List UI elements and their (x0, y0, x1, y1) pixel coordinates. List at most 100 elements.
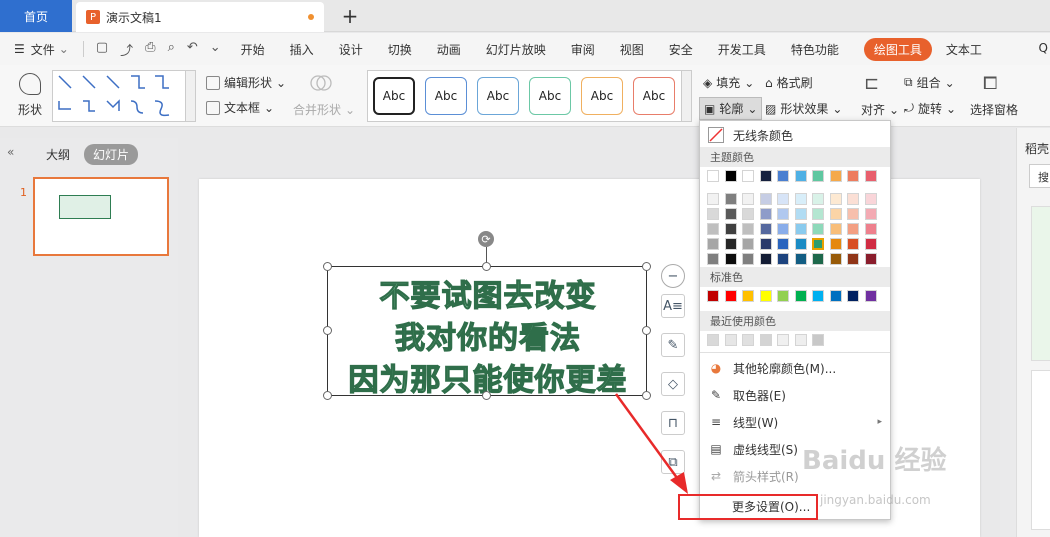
theme-shade-swatch[interactable] (794, 223, 807, 235)
save-icon[interactable]: ▢ (96, 40, 108, 59)
theme-color-swatch[interactable] (707, 170, 719, 182)
minus-icon[interactable]: − (661, 264, 685, 288)
theme-shade-swatch[interactable] (829, 193, 842, 205)
theme-shade-swatch[interactable] (864, 253, 877, 265)
resize-handle[interactable] (642, 326, 651, 335)
theme-shade-swatch[interactable] (812, 193, 824, 205)
shape-gallery[interactable] (52, 70, 196, 122)
menu-design[interactable]: 设计 (339, 41, 363, 58)
text-format-icon[interactable]: A≡ (661, 294, 685, 318)
style-swatch-5[interactable]: Abc (581, 77, 623, 115)
slides-tab[interactable]: 幻灯片 (84, 144, 139, 165)
menu-developer[interactable]: 开发工具 (718, 41, 766, 58)
recent-color-swatch[interactable] (777, 334, 789, 346)
merge-shape-button[interactable]: 合并形状 ⌄ (293, 101, 355, 118)
document-tab[interactable]: P 演示文稿1 (76, 2, 324, 32)
standard-color-swatch[interactable] (707, 290, 719, 302)
theme-shade-swatch[interactable] (724, 253, 737, 265)
docer-template-card[interactable] (1031, 370, 1050, 530)
outline-tab[interactable]: 大纲 (46, 146, 70, 163)
theme-shade-swatch[interactable] (777, 208, 789, 220)
new-tab-button[interactable]: + (340, 4, 360, 28)
resize-handle[interactable] (482, 262, 491, 271)
slide-thumbnail[interactable] (33, 177, 169, 256)
theme-shade-swatch[interactable] (794, 238, 807, 250)
recent-color-swatch[interactable] (812, 334, 824, 346)
theme-color-swatch[interactable] (777, 170, 789, 182)
theme-color-swatch[interactable] (864, 170, 877, 182)
standard-color-swatch[interactable] (864, 290, 877, 302)
menu-start[interactable]: 开始 (241, 41, 265, 58)
style-gallery-scrollbar[interactable] (681, 71, 691, 121)
menu-text-tools[interactable]: 文本工 (946, 41, 982, 58)
theme-shade-swatch[interactable] (742, 253, 754, 265)
collapse-panel-icon[interactable]: « (7, 145, 14, 159)
menu-transition[interactable]: 切换 (388, 41, 412, 58)
theme-shade-swatch[interactable] (724, 223, 737, 235)
shape-effect-button[interactable]: ▨ 形状效果 ⌄ (765, 100, 842, 117)
menu-slideshow[interactable]: 幻灯片放映 (486, 41, 546, 58)
theme-shade-swatch[interactable] (847, 253, 859, 265)
resize-handle[interactable] (323, 262, 332, 271)
resize-handle[interactable] (323, 326, 332, 335)
theme-shade-swatch[interactable] (812, 208, 824, 220)
undo-icon[interactable]: ↶ (187, 40, 198, 59)
hamburger-menu-icon[interactable]: ☰ (14, 42, 25, 56)
edit-shape-button[interactable]: 编辑形状 ⌄ (206, 74, 286, 91)
menu-view[interactable]: 视图 (620, 41, 644, 58)
menu-review[interactable]: 审阅 (571, 41, 595, 58)
group-button[interactable]: ⧉ 组合 ⌄ (904, 74, 955, 91)
theme-shade-swatch[interactable] (847, 223, 859, 235)
resize-handle[interactable] (482, 391, 491, 400)
no-line-color-option[interactable]: 无线条颜色 (700, 123, 890, 147)
recent-color-swatch[interactable] (794, 334, 807, 346)
theme-shade-swatch[interactable] (742, 193, 754, 205)
theme-color-swatch[interactable] (794, 170, 807, 182)
theme-color-swatch[interactable] (829, 170, 842, 182)
theme-shade-swatch[interactable] (777, 223, 789, 235)
style-swatch-1[interactable]: Abc (373, 77, 415, 115)
menu-special-features[interactable]: 特色功能 (791, 41, 839, 58)
resize-handle[interactable] (642, 262, 651, 271)
theme-shade-swatch[interactable] (707, 253, 719, 265)
redo-dropdown-icon[interactable]: ⌄ (210, 40, 221, 59)
theme-color-swatch[interactable] (742, 170, 754, 182)
standard-color-swatch[interactable] (759, 290, 772, 302)
recent-color-swatch[interactable] (724, 334, 737, 346)
theme-shade-swatch[interactable] (829, 223, 842, 235)
rotate-handle-icon[interactable]: ⟳ (478, 231, 494, 247)
theme-shade-swatch[interactable] (812, 223, 824, 235)
file-menu[interactable]: 文件 (31, 41, 55, 58)
theme-color-swatch[interactable] (847, 170, 859, 182)
theme-shade-swatch[interactable] (707, 223, 719, 235)
standard-color-swatch[interactable] (847, 290, 859, 302)
shape-button[interactable]: 形状 (10, 71, 50, 123)
style-swatch-4[interactable]: Abc (529, 77, 571, 115)
resize-handle[interactable] (323, 391, 332, 400)
export-icon[interactable]: ⤴ (120, 40, 133, 59)
theme-shade-swatch[interactable] (742, 223, 754, 235)
wordart-text-box[interactable]: 不要试图去改变 我对你的看法 因为那只能使你更差 (323, 262, 651, 400)
theme-shade-swatch[interactable] (777, 238, 789, 250)
theme-shade-swatch[interactable] (864, 238, 877, 250)
theme-shade-swatch[interactable] (724, 193, 737, 205)
pen-icon[interactable]: ✎ (661, 333, 685, 357)
theme-shade-swatch[interactable] (829, 208, 842, 220)
theme-shade-swatch[interactable] (864, 193, 877, 205)
theme-shade-swatch[interactable] (794, 208, 807, 220)
recent-color-swatch[interactable] (759, 334, 772, 346)
style-swatch-2[interactable]: Abc (425, 77, 467, 115)
eyedropper-option[interactable]: ✎ 取色器(E) (700, 383, 890, 407)
standard-color-swatch[interactable] (794, 290, 807, 302)
theme-color-swatch[interactable] (724, 170, 737, 182)
select-pane-button[interactable]: 选择窗格 (970, 101, 1018, 118)
theme-shade-swatch[interactable] (794, 253, 807, 265)
standard-color-swatch[interactable] (724, 290, 737, 302)
theme-shade-swatch[interactable] (759, 208, 772, 220)
docer-template-card[interactable] (1031, 206, 1050, 361)
theme-shade-swatch[interactable] (864, 223, 877, 235)
theme-shade-swatch[interactable] (707, 193, 719, 205)
theme-shade-swatch[interactable] (829, 253, 842, 265)
menu-insert[interactable]: 插入 (290, 41, 314, 58)
outline-button[interactable]: ▣ 轮廓 ⌄ (699, 97, 763, 120)
